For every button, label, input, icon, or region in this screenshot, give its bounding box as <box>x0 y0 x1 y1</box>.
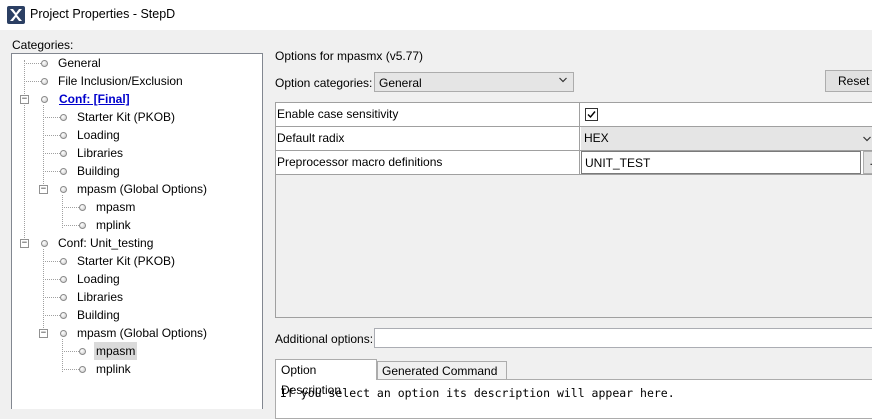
tree-item-mpasm-selected[interactable]: mpasm <box>94 342 138 360</box>
categories-tree[interactable]: − − − − General File Inclusion/Exclusion… <box>11 53 263 409</box>
app-logo-icon <box>7 6 25 24</box>
option-row-case-sensitivity[interactable]: Enable case sensitivity <box>276 103 872 127</box>
node-bullet-icon <box>41 240 48 247</box>
tree-line <box>43 249 44 336</box>
node-bullet-icon <box>60 276 67 283</box>
node-bullet-icon <box>60 168 67 175</box>
case-sensitivity-checkbox[interactable] <box>585 108 598 121</box>
additional-options-input[interactable] <box>374 328 872 348</box>
node-bullet-icon <box>60 186 67 193</box>
options-title: Options for mpasmx (v5.77) <box>275 49 424 63</box>
tree-line <box>43 261 60 262</box>
chevron-down-icon <box>863 136 871 142</box>
window-title: Project Properties - StepD <box>30 7 176 21</box>
node-bullet-icon <box>41 60 48 67</box>
node-bullet-icon <box>41 78 48 85</box>
tree-item-building[interactable]: Building <box>77 162 120 180</box>
tree-line <box>62 207 79 208</box>
option-categories-label: Option categories: <box>275 76 373 90</box>
tree-item-mpasm[interactable]: mpasm <box>96 198 135 216</box>
collapse-toggle-icon[interactable]: − <box>20 239 29 248</box>
tree-item-conf-unit-testing[interactable]: Conf: Unit_testing <box>58 234 153 252</box>
option-categories-value: General <box>379 76 422 90</box>
tree-line <box>24 60 25 246</box>
node-bullet-icon <box>60 312 67 319</box>
reset-button[interactable]: Reset <box>825 70 872 92</box>
tree-item-loading[interactable]: Loading <box>77 126 120 144</box>
tree-item-mplink[interactable]: mplink <box>96 360 131 378</box>
node-bullet-icon <box>79 222 86 229</box>
collapse-toggle-icon[interactable]: − <box>39 185 48 194</box>
tree-line <box>24 81 41 82</box>
tree-item-libraries[interactable]: Libraries <box>77 288 123 306</box>
tree-line <box>24 63 41 64</box>
option-name: Enable case sensitivity <box>276 103 580 126</box>
node-bullet-icon <box>79 348 86 355</box>
collapse-toggle-icon[interactable]: − <box>39 329 48 338</box>
tree-item-loading[interactable]: Loading <box>77 270 120 288</box>
options-grid: Enable case sensitivity Default radix HE… <box>275 102 872 318</box>
tree-line <box>43 171 60 172</box>
option-row-default-radix[interactable]: Default radix HEX <box>276 127 872 151</box>
node-bullet-icon <box>60 258 67 265</box>
tree-item-general[interactable]: General <box>58 54 101 72</box>
node-bullet-icon <box>60 150 67 157</box>
tree-item-conf-final[interactable]: Conf: [Final] <box>59 90 130 108</box>
node-bullet-icon <box>60 132 67 139</box>
node-bullet-icon <box>60 294 67 301</box>
tree-line <box>62 195 63 228</box>
tree-item-starter-kit[interactable]: Starter Kit (PKOB) <box>77 252 175 270</box>
option-name: Preprocessor macro definitions <box>276 151 580 174</box>
tree-item-building[interactable]: Building <box>77 306 120 324</box>
chevron-down-icon <box>559 77 567 83</box>
tree-line <box>43 105 44 192</box>
tree-line <box>43 297 60 298</box>
tree-line <box>62 351 79 352</box>
macro-definitions-field[interactable]: UNIT_TEST <box>581 151 861 174</box>
tree-item-mplink[interactable]: mplink <box>96 216 131 234</box>
tree-line <box>43 153 60 154</box>
tree-line <box>62 369 79 370</box>
node-bullet-icon <box>60 330 67 337</box>
tree-line <box>62 225 79 226</box>
collapse-toggle-icon[interactable]: − <box>20 95 29 104</box>
node-bullet-icon <box>41 96 48 103</box>
tree-line <box>43 315 60 316</box>
tree-item-mpasm-global[interactable]: mpasm (Global Options) <box>77 324 207 342</box>
tab-generated-command-line[interactable]: Generated Command Line <box>377 361 507 396</box>
macro-edit-button[interactable]: ... <box>863 151 872 174</box>
tree-line <box>43 117 60 118</box>
tree-item-libraries[interactable]: Libraries <box>77 144 123 162</box>
categories-label: Categories: <box>12 38 74 52</box>
option-name: Default radix <box>276 127 580 150</box>
title-bar: Project Properties - StepD <box>0 0 872 30</box>
additional-options-label: Additional options: <box>275 332 374 346</box>
description-panel: If you select an option its description … <box>275 379 872 419</box>
tree-item-mpasm-global[interactable]: mpasm (Global Options) <box>77 180 207 198</box>
option-row-macro-definitions[interactable]: Preprocessor macro definitions UNIT_TEST… <box>276 151 872 175</box>
checkmark-icon <box>587 111 596 119</box>
default-radix-value: HEX <box>584 131 609 145</box>
tab-option-description[interactable]: Option Description <box>275 359 377 397</box>
tree-item-file-inclusion[interactable]: File Inclusion/Exclusion <box>58 72 183 90</box>
tree-line <box>43 279 60 280</box>
tree-line <box>62 339 63 372</box>
tree-item-starter-kit[interactable]: Starter Kit (PKOB) <box>77 108 175 126</box>
default-radix-select[interactable]: HEX <box>581 127 872 150</box>
tree-line <box>43 135 60 136</box>
option-categories-select[interactable]: General <box>374 72 574 92</box>
node-bullet-icon <box>60 114 67 121</box>
node-bullet-icon <box>79 366 86 373</box>
node-bullet-icon <box>79 204 86 211</box>
